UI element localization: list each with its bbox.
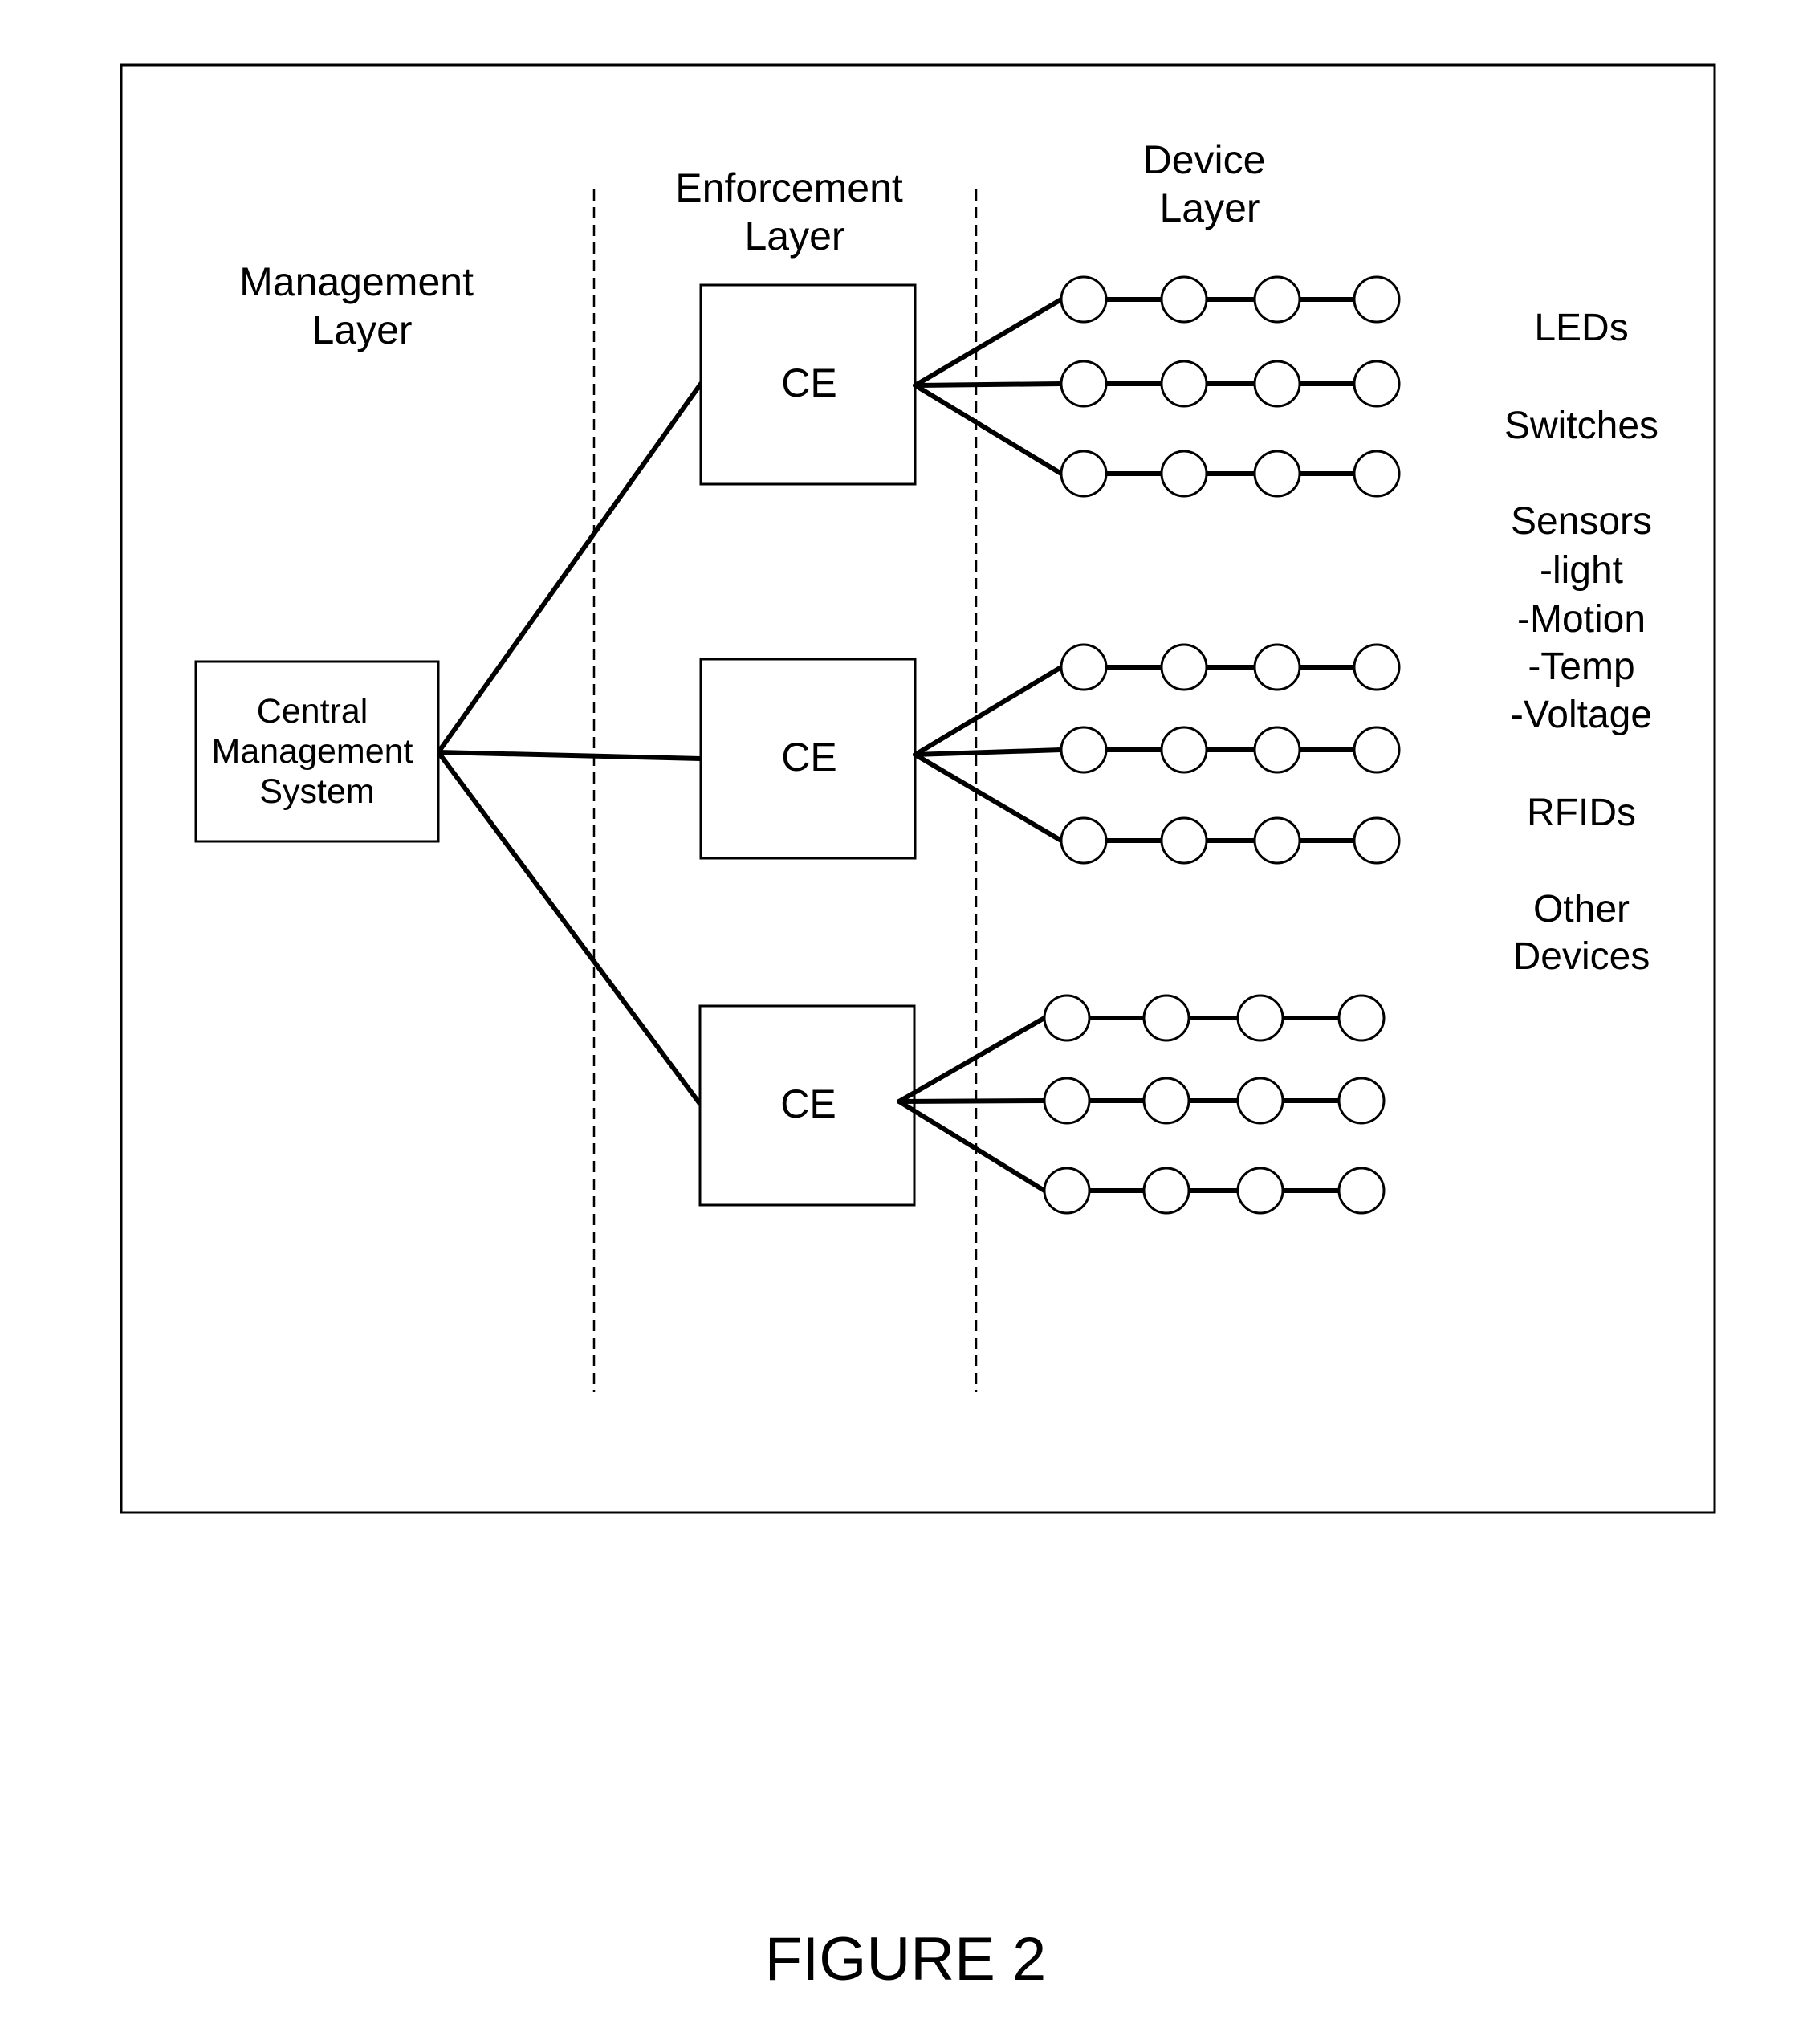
device-node (1060, 643, 1108, 691)
device-chain (913, 360, 1401, 408)
device-chain (913, 726, 1401, 774)
ce-to-device-link (913, 297, 1064, 388)
layer-architecture-diagram: Management Layer Enforcement Layer Devic… (120, 63, 1716, 1993)
device-node (1160, 450, 1208, 498)
device-node (1353, 726, 1401, 774)
device-node (1160, 360, 1208, 408)
device-node (1236, 994, 1284, 1042)
device-node (1353, 275, 1401, 324)
device-chain (913, 752, 1401, 865)
device-node (1253, 726, 1301, 774)
device-node (1043, 1077, 1091, 1125)
device-node (1236, 1167, 1284, 1215)
ce-box: CE (698, 1004, 916, 1207)
device-node (1043, 994, 1091, 1042)
device-category-list: LEDs Switches Sensors -light -Motion -Temp -Vo… (1504, 307, 1658, 978)
device-chain (897, 1077, 1386, 1125)
device-node (1337, 994, 1386, 1042)
ce-to-device-link (913, 665, 1064, 757)
cms-to-ce-link (436, 750, 702, 1106)
central-management-system-box: Central Management System (194, 660, 440, 843)
device-node (1142, 1167, 1190, 1215)
ce-to-device-link (913, 747, 1064, 757)
ce-to-device-link (913, 383, 1064, 476)
device-node (1253, 360, 1301, 408)
device-node (1060, 275, 1108, 324)
device-node (1142, 994, 1190, 1042)
device-node (1060, 816, 1108, 865)
enforcement-layer-heading: Enforcement Layer (675, 165, 914, 259)
ce-label: CE (781, 735, 836, 780)
ce-to-device-link (913, 752, 1064, 843)
cms-to-ce-link (436, 381, 703, 755)
device-node (1160, 275, 1208, 324)
device-node (1160, 726, 1208, 774)
device-node (1160, 643, 1208, 691)
ce-label: CE (780, 1081, 836, 1126)
device-chain (913, 383, 1401, 498)
device-node (1060, 450, 1108, 498)
ce-to-device-link (913, 381, 1064, 388)
device-node (1337, 1077, 1386, 1125)
ce-to-device-link (897, 1016, 1047, 1104)
device-node (1236, 1077, 1284, 1125)
device-chain (897, 1099, 1386, 1215)
figure-caption: FIGURE 2 (765, 1925, 1047, 1993)
device-chain (897, 994, 1386, 1104)
device-category-label: Other Devices (1513, 888, 1650, 978)
device-node (1043, 1167, 1091, 1215)
device-node (1253, 643, 1301, 691)
device-chains (897, 275, 1401, 1215)
device-node (1060, 726, 1108, 774)
device-node (1253, 275, 1301, 324)
cms-to-ce-link (436, 750, 703, 761)
device-category-label: Sensors -light -Motion -Temp -Voltage (1511, 500, 1652, 736)
ce-box: CE (699, 658, 917, 860)
device-category-label: LEDs (1534, 307, 1628, 349)
device-chain (913, 275, 1401, 388)
ce-box: CE (699, 283, 917, 486)
device-node (1060, 360, 1108, 408)
device-node (1160, 816, 1208, 865)
device-node (1253, 816, 1301, 865)
device-node (1337, 1167, 1386, 1215)
device-category-label: RFIDs (1527, 792, 1636, 834)
device-layer-heading: Device Layer (1143, 137, 1277, 230)
device-node (1353, 360, 1401, 408)
connections (436, 381, 703, 1106)
device-node (1353, 643, 1401, 691)
device-node (1353, 450, 1401, 498)
device-node (1253, 450, 1301, 498)
management-layer-heading: Management Layer (239, 259, 485, 352)
ce-label: CE (781, 360, 836, 405)
device-node (1353, 816, 1401, 865)
device-chain (913, 643, 1401, 757)
device-category-label: Switches (1504, 405, 1658, 447)
enforcement-nodes: CE CE CE (698, 283, 917, 1207)
ce-to-device-link (897, 1099, 1047, 1193)
device-node (1142, 1077, 1190, 1125)
